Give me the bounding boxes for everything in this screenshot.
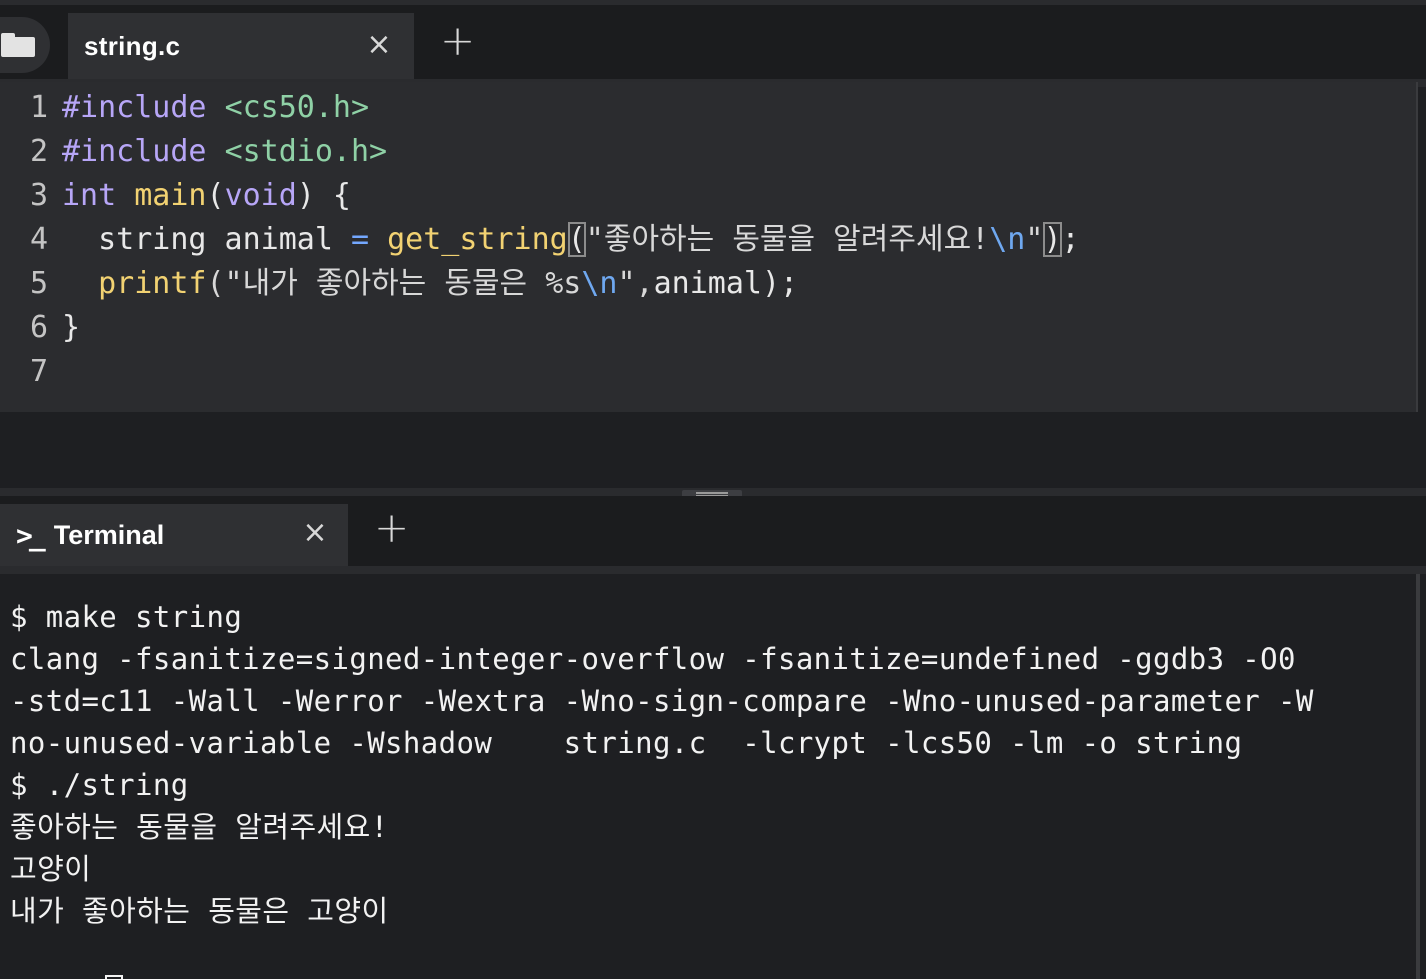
tab-string-c[interactable]: string.c × xyxy=(68,13,414,79)
terminal-icon: >_ xyxy=(16,518,46,552)
code-line[interactable]: } xyxy=(62,306,80,350)
terminal-line: $ make string xyxy=(10,600,243,634)
terminal-line: $ ./string xyxy=(10,768,189,802)
code-token: <cs50.h> xyxy=(224,90,370,125)
code-token: string animal xyxy=(62,222,351,257)
terminal-tab-divider xyxy=(0,566,1426,574)
terminal-line: 고양이 xyxy=(10,852,92,886)
editor-empty-area xyxy=(0,412,1426,494)
code-token: ( xyxy=(206,178,225,213)
code-token: ", xyxy=(617,266,654,301)
terminal-prompt-line[interactable]: $ xyxy=(10,932,124,979)
terminal-line: no-unused-variable -Wshadow string.c -lc… xyxy=(10,726,1243,760)
terminal-line: 내가 좋아하는 동물은 고양이 xyxy=(10,894,389,928)
code-token: main xyxy=(134,178,207,213)
terminal-tab-bar: >_ Terminal × + xyxy=(0,496,1426,572)
code-token: "좋아하는 동물을 알려주세요! xyxy=(585,222,990,257)
code-token: \n xyxy=(989,222,1026,257)
code-token: int xyxy=(62,178,135,213)
code-token: animal); xyxy=(653,266,799,301)
terminal-line: clang -fsanitize=signed-integer-overflow… xyxy=(10,642,1296,676)
line-number: 4 xyxy=(29,222,48,257)
code-token: printf xyxy=(98,266,207,301)
code-line[interactable]: #include <stdio.h> xyxy=(62,130,387,174)
line-number-gutter: 1 2 3 4 5 6 7 xyxy=(0,82,54,412)
code-token: ; xyxy=(1061,222,1080,257)
code-token: void xyxy=(224,178,297,213)
line-number: 3 xyxy=(29,178,48,213)
code-token: = xyxy=(350,222,370,257)
close-icon[interactable]: × xyxy=(366,30,392,60)
add-terminal-icon[interactable]: + xyxy=(374,507,409,549)
terminal-output[interactable]: $ make string clang -fsanitize=signed-in… xyxy=(0,574,1420,979)
add-tab-icon[interactable]: + xyxy=(440,20,475,62)
terminal-tab-label: Terminal xyxy=(53,519,165,550)
code-token: <stdio.h> xyxy=(224,134,388,169)
code-editor[interactable]: 1234567 #include <cs50.h> #include <stdio… xyxy=(0,82,1418,412)
line-number: 1 xyxy=(29,90,48,125)
code-token: ) xyxy=(1043,222,1062,257)
terminal-line: -std=c11 -Wall -Werror -Wextra -Wno-sign… xyxy=(10,684,1314,718)
line-number: 7 xyxy=(29,354,48,389)
close-icon[interactable]: × xyxy=(302,518,328,548)
folder-icon xyxy=(1,33,35,57)
terminal-line: 좋아하는 동물을 알려주세요! xyxy=(10,810,389,844)
code-token: } xyxy=(62,310,81,345)
line-number: 5 xyxy=(29,266,48,301)
code-token: #include xyxy=(62,134,225,169)
file-tab-label: string.c xyxy=(84,30,181,61)
code-token: ) { xyxy=(296,178,351,213)
code-token: #include xyxy=(62,90,225,125)
editor-tab-bar: string.c × + xyxy=(0,0,1426,87)
code-line[interactable]: int main(void) { xyxy=(62,174,351,218)
line-number: 6 xyxy=(29,310,48,345)
code-line[interactable]: printf("내가 좋아하는 동물은 %s\n",animal); xyxy=(62,262,798,306)
code-token: " xyxy=(1025,222,1044,257)
line-number: 2 xyxy=(29,134,48,169)
code-token: \n xyxy=(581,266,618,301)
code-token: ( xyxy=(567,222,586,257)
code-token: get_string xyxy=(387,222,568,257)
code-token: ("내가 좋아하는 동물은 %s xyxy=(206,266,582,301)
terminal-cursor xyxy=(105,975,124,979)
code-line[interactable]: string animal = get_string("좋아하는 동물을 알려주… xyxy=(62,218,1080,262)
tab-terminal[interactable]: >_ Terminal × xyxy=(0,504,348,566)
file-explorer-button[interactable] xyxy=(0,17,50,73)
code-line[interactable]: #include <cs50.h> xyxy=(62,86,369,130)
